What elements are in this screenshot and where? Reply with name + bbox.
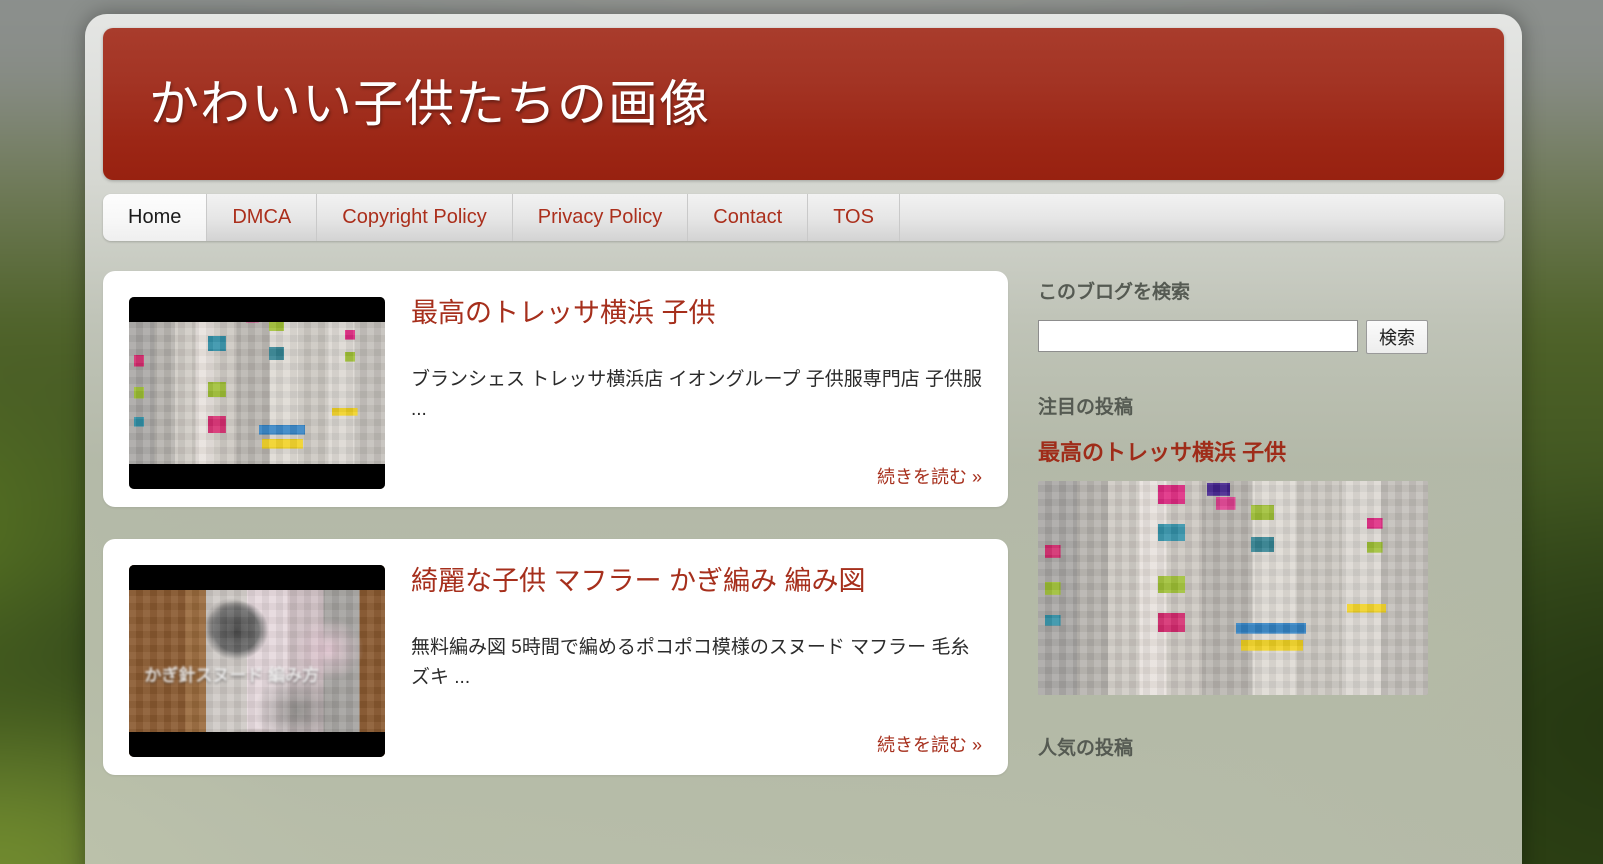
- featured-heading: 注目の投稿: [1038, 397, 1134, 418]
- knitted-items-image: [129, 565, 385, 757]
- read-more-link[interactable]: 続きを読む »: [877, 467, 982, 487]
- post-card: 最高のトレッサ横浜 子供 ブランシェス トレッサ横浜店 イオングループ 子供服専…: [103, 271, 1008, 507]
- letterbox-bar-top: [129, 297, 385, 322]
- post-thumbnail[interactable]: かぎ針スヌード 編み方: [129, 565, 385, 757]
- nav-item-tos[interactable]: TOS: [808, 194, 900, 241]
- post-body: 綺麗な子供 マフラー かぎ編み 編み図 無料編み図 5時間で編めるポコポコ模様の…: [411, 565, 982, 757]
- store-shelves-image: [1038, 481, 1428, 695]
- sidebar-section-popular: 人気の投稿: [1038, 733, 1504, 760]
- letterbox-bar-bottom: [129, 732, 385, 757]
- featured-post-title[interactable]: 最高のトレッサ横浜 子供: [1038, 435, 1504, 467]
- sidebar: このブログを検索 検索 注目の投稿 最高のトレッサ横浜 子供 人気の投稿: [1038, 271, 1504, 807]
- search-button[interactable]: 検索: [1366, 320, 1428, 354]
- page-title: かわいい子供たちの画像: [149, 75, 710, 132]
- nav-item-contact[interactable]: Contact: [688, 194, 809, 241]
- nav-item-home[interactable]: Home: [103, 194, 208, 241]
- letterbox-bar-bottom: [129, 464, 385, 489]
- read-more-link[interactable]: 続きを読む »: [877, 735, 982, 755]
- post-thumbnail[interactable]: [129, 297, 385, 489]
- popular-heading: 人気の投稿: [1038, 738, 1134, 759]
- post-snippet: 無料編み図 5時間で編めるポコポコ模様のスヌード マフラー 毛糸ズキ ...: [411, 636, 970, 688]
- featured-post-thumbnail[interactable]: [1038, 481, 1428, 695]
- content-area: 最高のトレッサ横浜 子供 ブランシェス トレッサ横浜店 イオングループ 子供服専…: [103, 271, 1504, 807]
- nav-item-dmca[interactable]: DMCA: [207, 194, 318, 241]
- nav-empty-space: [899, 194, 1504, 241]
- post-list: 最高のトレッサ横浜 子供 ブランシェス トレッサ横浜店 イオングループ 子供服専…: [103, 271, 1008, 807]
- page-container: かわいい子供たちの画像 Home DMCA Copyright Policy P…: [85, 14, 1522, 864]
- search-input[interactable]: [1038, 320, 1358, 352]
- post-title[interactable]: 最高のトレッサ横浜 子供: [411, 297, 982, 331]
- nav-item-copyright-policy[interactable]: Copyright Policy: [317, 194, 513, 241]
- post-snippet: ブランシェス トレッサ横浜店 イオングループ 子供服専門店 子供服 ...: [411, 368, 982, 420]
- read-more-row: 続きを読む »: [411, 447, 982, 489]
- nav-item-privacy-policy[interactable]: Privacy Policy: [512, 194, 689, 241]
- post-title[interactable]: 綺麗な子供 マフラー かぎ編み 編み図: [411, 565, 982, 599]
- site-header: かわいい子供たちの画像: [103, 28, 1504, 180]
- search-heading: このブログを検索: [1038, 282, 1191, 303]
- post-card: かぎ針スヌード 編み方 綺麗な子供 マフラー かぎ編み 編み図 無料編み図 5時…: [103, 539, 1008, 775]
- post-body: 最高のトレッサ横浜 子供 ブランシェス トレッサ横浜店 イオングループ 子供服専…: [411, 297, 982, 489]
- thumbnail-overlay-text: かぎ針スヌード 編み方: [144, 665, 320, 685]
- search-form: 検索: [1038, 320, 1504, 354]
- read-more-row: 続きを読む »: [411, 715, 982, 757]
- main-navigation: Home DMCA Copyright Policy Privacy Polic…: [103, 194, 1504, 241]
- store-shelves-image: [129, 297, 385, 489]
- sidebar-section-featured: 注目の投稿 最高のトレッサ横浜 子供: [1038, 392, 1504, 695]
- sidebar-section-search: このブログを検索 検索: [1038, 277, 1504, 354]
- letterbox-bar-top: [129, 565, 385, 590]
